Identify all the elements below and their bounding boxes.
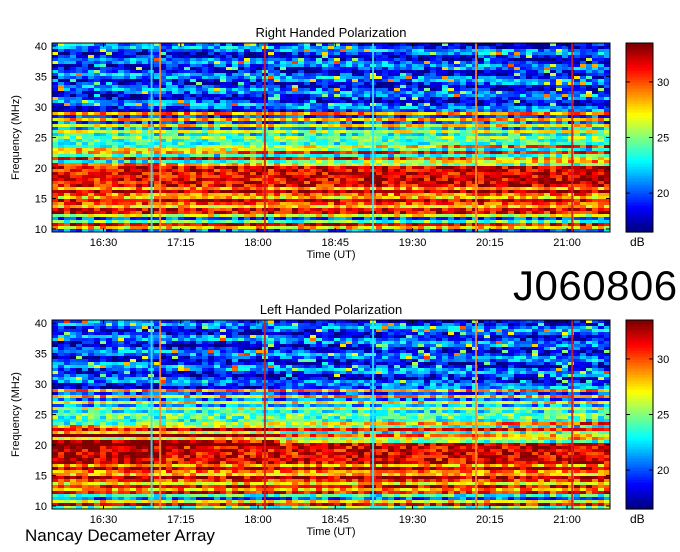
y-tick-label: 40	[35, 41, 47, 53]
y-tick-label: 30	[35, 102, 47, 114]
x-tick-label: 16:30	[90, 237, 118, 249]
y-tick-label: 35	[35, 72, 47, 84]
colorbar-unit-label: dB	[630, 512, 645, 526]
y-tick-label: 25	[35, 133, 47, 145]
rfi-line	[159, 320, 162, 509]
y-tick-label: 40	[35, 318, 47, 330]
y-tick-label: 10	[35, 501, 47, 513]
colorbar-tick-label: 25	[657, 410, 669, 422]
heatmap-cells	[52, 43, 610, 232]
rfi-line	[150, 43, 153, 232]
y-tick-label: 15	[35, 470, 47, 482]
rfi-line	[150, 320, 153, 509]
x-tick-label: 17:15	[167, 514, 195, 526]
rfi-line	[571, 320, 574, 509]
y-axis-label: Frequency (MHz)	[10, 372, 22, 457]
x-axis-label: Time (UT)	[306, 249, 355, 261]
rfi-line	[263, 320, 266, 509]
x-tick-label: 19:30	[399, 237, 427, 249]
colorbar-tick-label: 30	[657, 354, 669, 366]
y-tick-label: 20	[35, 163, 47, 175]
x-tick-label: 21:00	[553, 237, 581, 249]
rfi-line	[475, 320, 478, 509]
spectrum-panel-1: 10 15 20 25 30 35 40 16:30 17:15 18:00 18:45 19:30 2…	[10, 25, 669, 261]
x-tick-label: 18:45	[322, 237, 350, 249]
x-tick-label: 18:00	[244, 237, 272, 249]
x-tick-label: 20:15	[476, 514, 504, 526]
x-tick-label: 20:15	[476, 237, 504, 249]
x-tick-label: 19:30	[399, 514, 427, 526]
colorbar: 20 25 30 dB	[625, 319, 669, 526]
panel-title: Right Handed Polarization	[255, 25, 406, 40]
footer-label: Nancay Decameter Array	[25, 526, 215, 545]
rfi-line	[372, 320, 375, 509]
colorbar-tick-label: 20	[657, 188, 669, 200]
x-tick-label: 16:30	[90, 514, 118, 526]
rfi-line	[372, 43, 375, 232]
rfi-line	[475, 43, 478, 232]
y-tick-label: 35	[35, 349, 47, 361]
x-tick-label: 21:00	[553, 514, 581, 526]
y-axis-label: Frequency (MHz)	[10, 95, 22, 180]
x-tick-label: 18:00	[244, 514, 272, 526]
observation-id: J060806	[513, 262, 678, 309]
y-tick-label: 15	[35, 193, 47, 205]
rfi-line	[571, 43, 574, 232]
colorbar: 20 25 30 dB	[625, 42, 669, 249]
x-axis-label: Time (UT)	[306, 526, 355, 538]
y-tick-label: 20	[35, 440, 47, 452]
x-tick-label: 17:15	[167, 237, 195, 249]
colorbar-unit-label: dB	[630, 235, 645, 249]
y-tick-label: 30	[35, 379, 47, 391]
colorbar-tick-label: 25	[657, 133, 669, 145]
rfi-line	[159, 43, 162, 232]
heatmap-cells	[52, 320, 610, 509]
spectrum-panel-2: 10 15 20 25 30 35 40 16:30 17:15 18:00 18:45 19:30 2…	[10, 302, 669, 538]
rfi-line	[263, 43, 266, 232]
x-tick-label: 18:45	[322, 514, 350, 526]
y-tick-label: 25	[35, 410, 47, 422]
colorbar-tick-label: 30	[657, 77, 669, 89]
panel-title: Left Handed Polarization	[260, 302, 402, 317]
y-tick-label: 10	[35, 224, 47, 236]
colorbar-tick-label: 20	[657, 465, 669, 477]
